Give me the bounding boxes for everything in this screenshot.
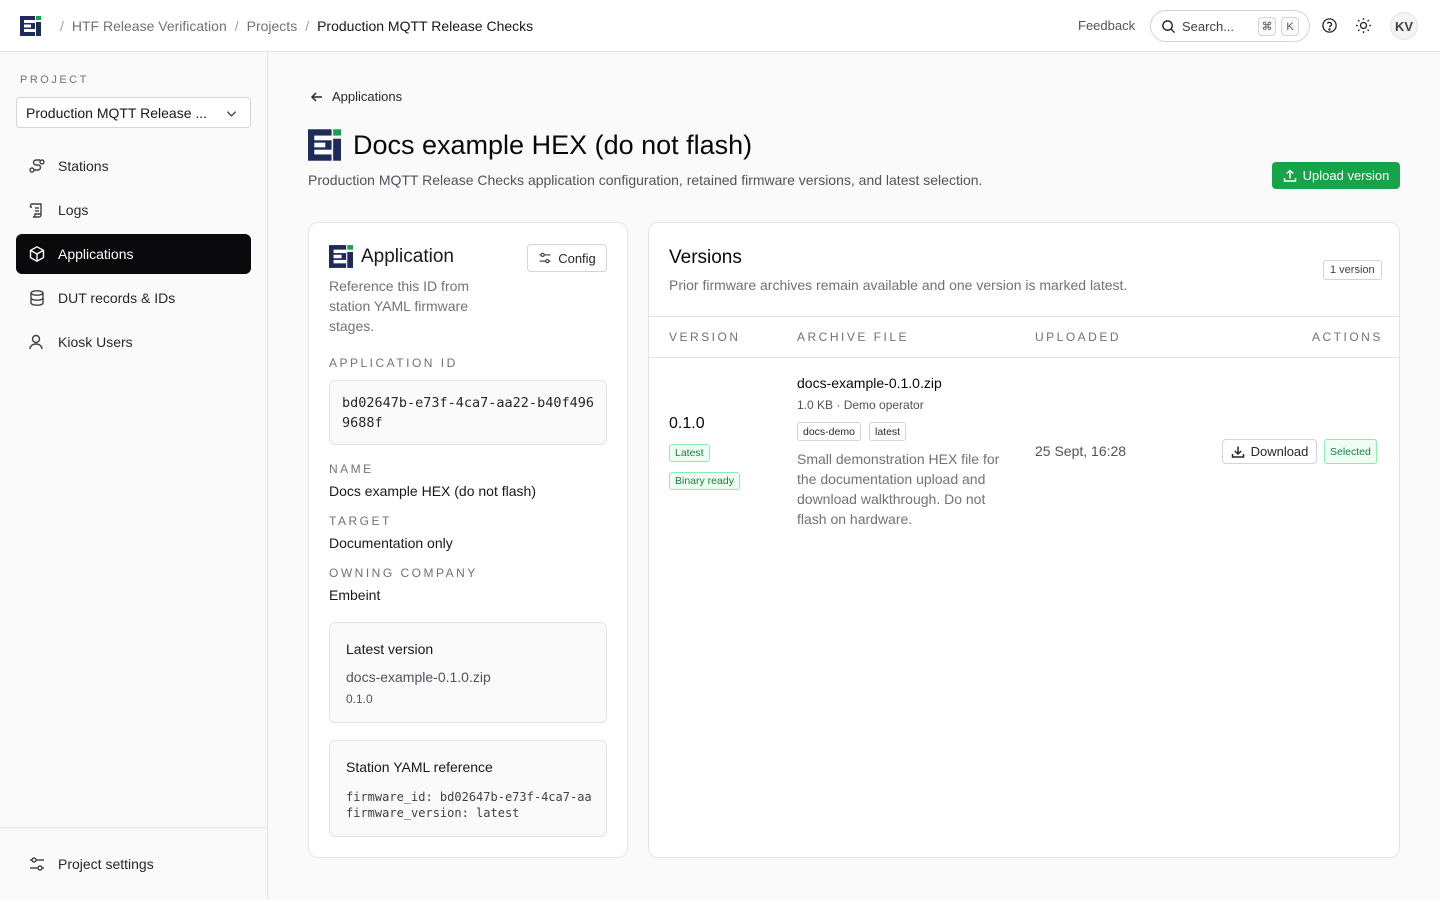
arrow-left-icon	[310, 91, 322, 102]
scroll-icon	[29, 203, 42, 218]
versions-card: Versions Prior firmware archives remain …	[648, 222, 1400, 858]
version-number: 0.1.0	[669, 415, 705, 432]
versions-description: Prior firmware archives remain available…	[669, 277, 1128, 293]
help-icon[interactable]	[1321, 17, 1338, 34]
breadcrumb-current: Production MQTT Release Checks	[317, 18, 534, 34]
breadcrumb-org[interactable]: HTF Release Verification	[72, 18, 227, 34]
chevron-down-icon	[226, 111, 237, 117]
application-description: Reference this ID from station YAML firm…	[329, 278, 470, 334]
application-heading: Application	[361, 245, 454, 267]
page-subtitle: Production MQTT Release Checks applicati…	[308, 172, 983, 188]
project-section-label: PROJECT	[20, 74, 89, 86]
back-to-applications-link[interactable]: Applications	[310, 89, 402, 104]
page-title-row: Docs example HEX (do not flash)	[308, 129, 752, 161]
sidebar: PROJECT Production MQTT Release ... Stat…	[0, 52, 268, 900]
tag-latest: latest	[869, 422, 907, 441]
page-title: Docs example HEX (do not flash)	[353, 129, 753, 160]
station-yaml-panel: Station YAML reference firmware_id: bd02…	[329, 740, 607, 837]
database-icon	[30, 290, 44, 306]
embeint-logo-icon	[308, 129, 341, 161]
upload-icon	[1283, 168, 1296, 182]
uploaded-timestamp: 25 Sept, 16:28	[1035, 443, 1127, 459]
application-id-label: APPLICATION ID	[329, 356, 458, 370]
sidebar-nav: Stations Logs Applications DUT records &…	[16, 146, 251, 366]
selected-badge: Selected	[1324, 439, 1377, 464]
avatar[interactable]: KV	[1390, 12, 1418, 40]
archive-file-name: docs-example-0.1.0.zip	[797, 375, 942, 391]
embeint-logo-icon	[329, 245, 353, 268]
application-card: Application Config Reference this ID fro…	[308, 222, 628, 858]
latest-badge: Latest	[669, 444, 710, 462]
column-header-uploaded: UPLOADED	[1035, 330, 1122, 344]
name-label: NAME	[329, 462, 374, 476]
feedback-link[interactable]: Feedback	[1078, 18, 1135, 33]
sidebar-item-label: Logs	[58, 202, 89, 218]
sidebar-item-label: Applications	[58, 246, 134, 262]
project-select-value: Production MQTT Release ...	[26, 104, 208, 121]
route-icon	[29, 159, 45, 173]
station-yaml-heading: Station YAML reference	[346, 759, 493, 775]
version-count-badge: 1 version	[1323, 260, 1382, 280]
versions-heading: Versions	[669, 247, 742, 268]
owning-company-label: OWNING COMPANY	[329, 566, 478, 580]
sidebar-footer: Project settings	[0, 827, 267, 900]
tag-docs-demo: docs-demo	[797, 422, 861, 441]
application-card-header: Application	[329, 245, 454, 268]
latest-version-file: docs-example-0.1.0.zip	[346, 669, 491, 685]
target-label: TARGET	[329, 514, 392, 528]
column-header-actions: ACTIONS	[1312, 330, 1383, 344]
top-bar: / HTF Release Verification / Projects / …	[0, 0, 1440, 52]
sidebar-item-label: DUT records & IDs	[58, 290, 176, 306]
search-icon	[1162, 19, 1176, 33]
config-button-label: Config	[558, 250, 596, 266]
sidebar-item-logs[interactable]: Logs	[16, 190, 251, 230]
latest-version-number: 0.1.0	[346, 692, 373, 706]
latest-version-panel: Latest version docs-example-0.1.0.zip 0.…	[329, 622, 607, 723]
name-value: Docs example HEX (do not flash)	[329, 483, 536, 499]
back-link-label: Applications	[332, 89, 403, 104]
sidebar-item-applications[interactable]: Applications	[16, 234, 251, 274]
config-button[interactable]: Config	[527, 244, 607, 272]
download-button-label: Download	[1250, 444, 1309, 459]
station-yaml-snippet[interactable]: firmware_id: bd02647b-e73f-4ca7-aa22-b40…	[346, 789, 591, 821]
archive-file-meta: 1.0 KB · Demo operator	[797, 398, 924, 412]
project-select[interactable]: Production MQTT Release ...	[16, 97, 251, 128]
sidebar-item-label: Kiosk Users	[58, 334, 133, 350]
search-input[interactable]: Search... ⌘ K	[1150, 10, 1310, 42]
download-icon	[1231, 446, 1244, 458]
sidebar-item-label: Stations	[58, 158, 109, 174]
sun-icon[interactable]	[1355, 17, 1372, 34]
download-button[interactable]: Download	[1222, 439, 1317, 464]
breadcrumb-projects[interactable]: Projects	[247, 18, 298, 34]
sidebar-item-kiosk-users[interactable]: Kiosk Users	[16, 322, 251, 362]
sidebar-item-stations[interactable]: Stations	[16, 146, 251, 186]
column-header-version: VERSION	[669, 330, 741, 344]
archive-description: Small demonstration HEX file for the doc…	[797, 451, 1000, 527]
application-id-value[interactable]: bd02647b-e73f-4ca7-aa22-b40f4969688f	[329, 380, 607, 445]
project-settings-label: Project settings	[58, 856, 154, 872]
kbd-cmd: ⌘	[1258, 17, 1276, 36]
kbd-k: K	[1281, 17, 1299, 36]
versions-table-header: VERSION ARCHIVE FILE UPLOADED ACTIONS	[649, 316, 1399, 358]
embeint-logo-icon[interactable]	[20, 16, 41, 36]
sidebar-item-dut-records[interactable]: DUT records & IDs	[16, 278, 251, 318]
target-value: Documentation only	[329, 535, 453, 551]
user-icon	[29, 334, 43, 350]
column-header-archive: ARCHIVE FILE	[797, 330, 910, 344]
owning-company-value: Embeint	[329, 587, 381, 603]
breadcrumb: / HTF Release Verification / Projects / …	[60, 18, 534, 34]
sliders-icon	[539, 252, 551, 264]
upload-version-button[interactable]: Upload version	[1272, 162, 1400, 189]
latest-version-heading: Latest version	[346, 641, 434, 657]
package-icon	[29, 245, 45, 263]
project-settings-link[interactable]: Project settings	[16, 844, 251, 884]
binary-ready-badge: Binary ready	[669, 472, 740, 490]
sliders-icon	[30, 857, 44, 871]
upload-version-label: Upload version	[1302, 168, 1390, 183]
search-placeholder: Search...	[1182, 18, 1235, 34]
